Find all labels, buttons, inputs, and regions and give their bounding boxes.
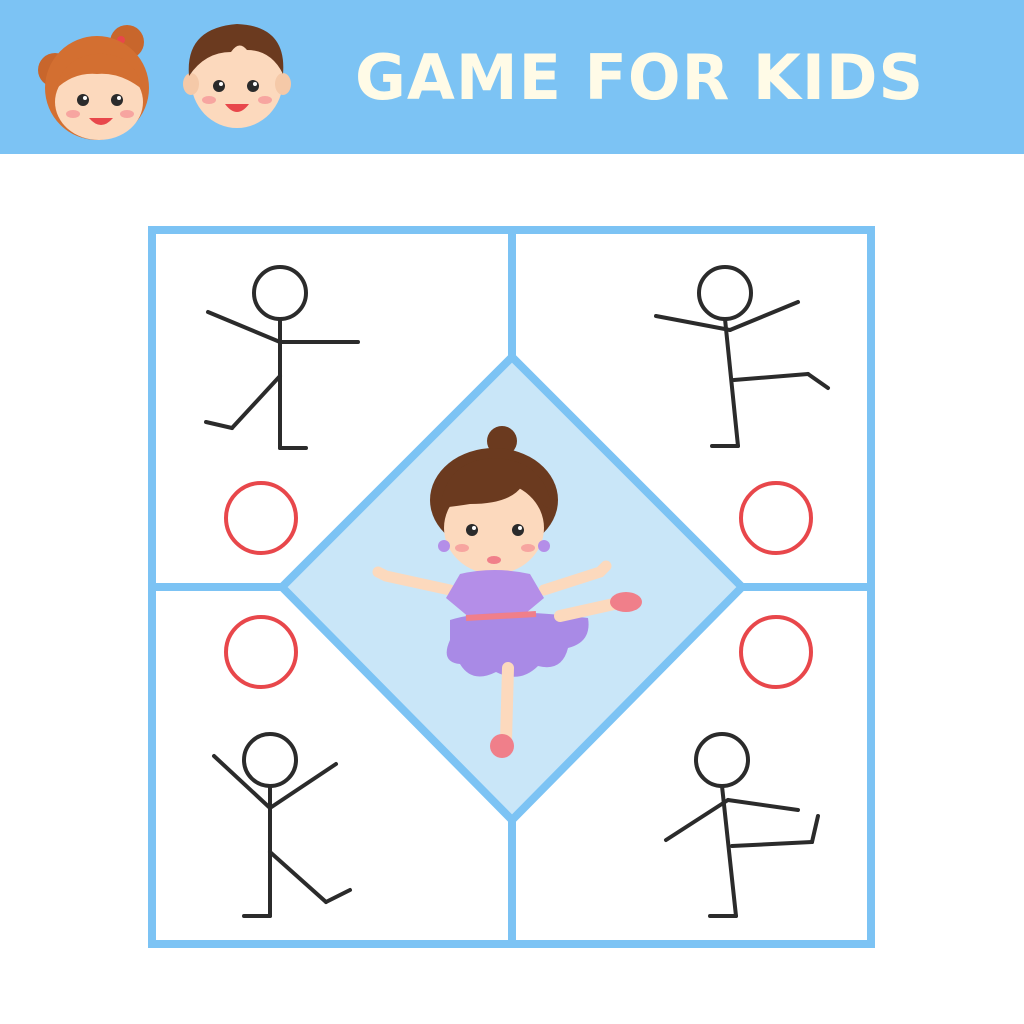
- stick-figure-top-right: [654, 265, 830, 448]
- answer-circle-top-left[interactable]: [224, 481, 298, 555]
- game-board: [148, 226, 875, 948]
- answer-circle-top-right[interactable]: [739, 481, 813, 555]
- stick-figure-top-left: [204, 265, 360, 450]
- answer-circle-bottom-right[interactable]: [739, 615, 813, 689]
- answer-circle-bottom-left[interactable]: [224, 615, 298, 689]
- stick-figure-bottom-right: [664, 732, 820, 918]
- stick-figure-bottom-left: [212, 732, 352, 918]
